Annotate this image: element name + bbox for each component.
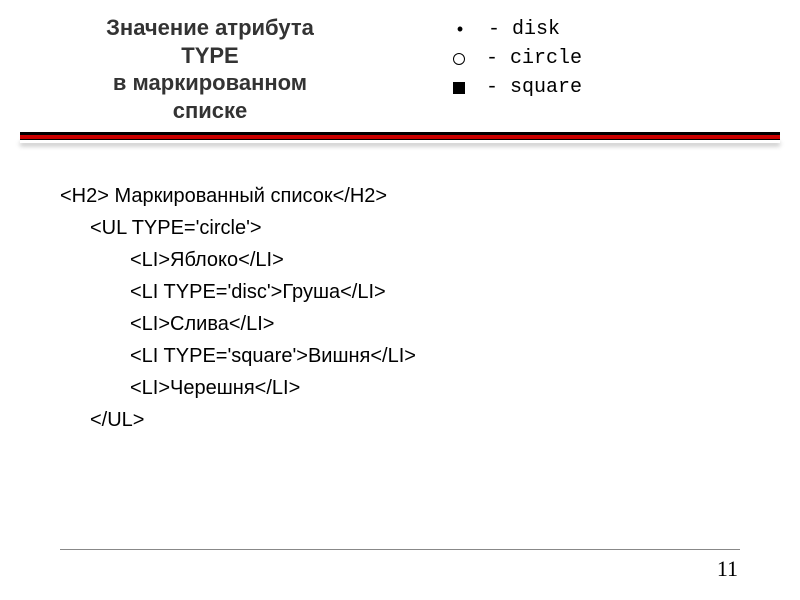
legend-label: - square [486,76,582,99]
code-block: <H2> Маркированный список</H2> <UL TYPE=… [0,140,800,436]
legend-row-disk: • - disk [450,18,582,41]
code-line: <LI TYPE='square'>Вишня</LI> [130,340,760,372]
code-line: <LI>Слива</LI> [130,308,760,340]
bullet-disc-icon: • [450,19,470,40]
code-line: <LI>Черешня</LI> [130,372,760,404]
legend-row-circle: - circle [450,47,582,70]
slide-title: Значение атрибута TYPE в маркированном с… [20,14,400,124]
bottom-rule [60,549,740,550]
code-line: </UL> [90,404,760,436]
code-line: <LI>Яблоко</LI> [130,244,760,276]
title-line: TYPE [181,43,238,68]
header-area: Значение атрибута TYPE в маркированном с… [0,0,800,124]
slide: Значение атрибута TYPE в маркированном с… [0,0,800,600]
bullet-circle-icon [453,53,465,65]
legend: • - disk - circle - square [450,14,582,105]
title-line: списке [173,98,248,123]
title-line: Значение атрибута [106,15,314,40]
code-line: <LI TYPE='disc'>Груша</LI> [130,276,760,308]
red-divider [20,132,780,140]
code-line: <UL TYPE='circle'> [90,212,760,244]
legend-label: - disk [488,18,560,41]
legend-row-square: - square [450,76,582,99]
bullet-square-icon [453,82,465,94]
page-number: 11 [717,556,738,582]
code-line: <H2> Маркированный список</H2> [60,180,760,212]
legend-label: - circle [486,47,582,70]
title-line: в маркированном [113,70,307,95]
